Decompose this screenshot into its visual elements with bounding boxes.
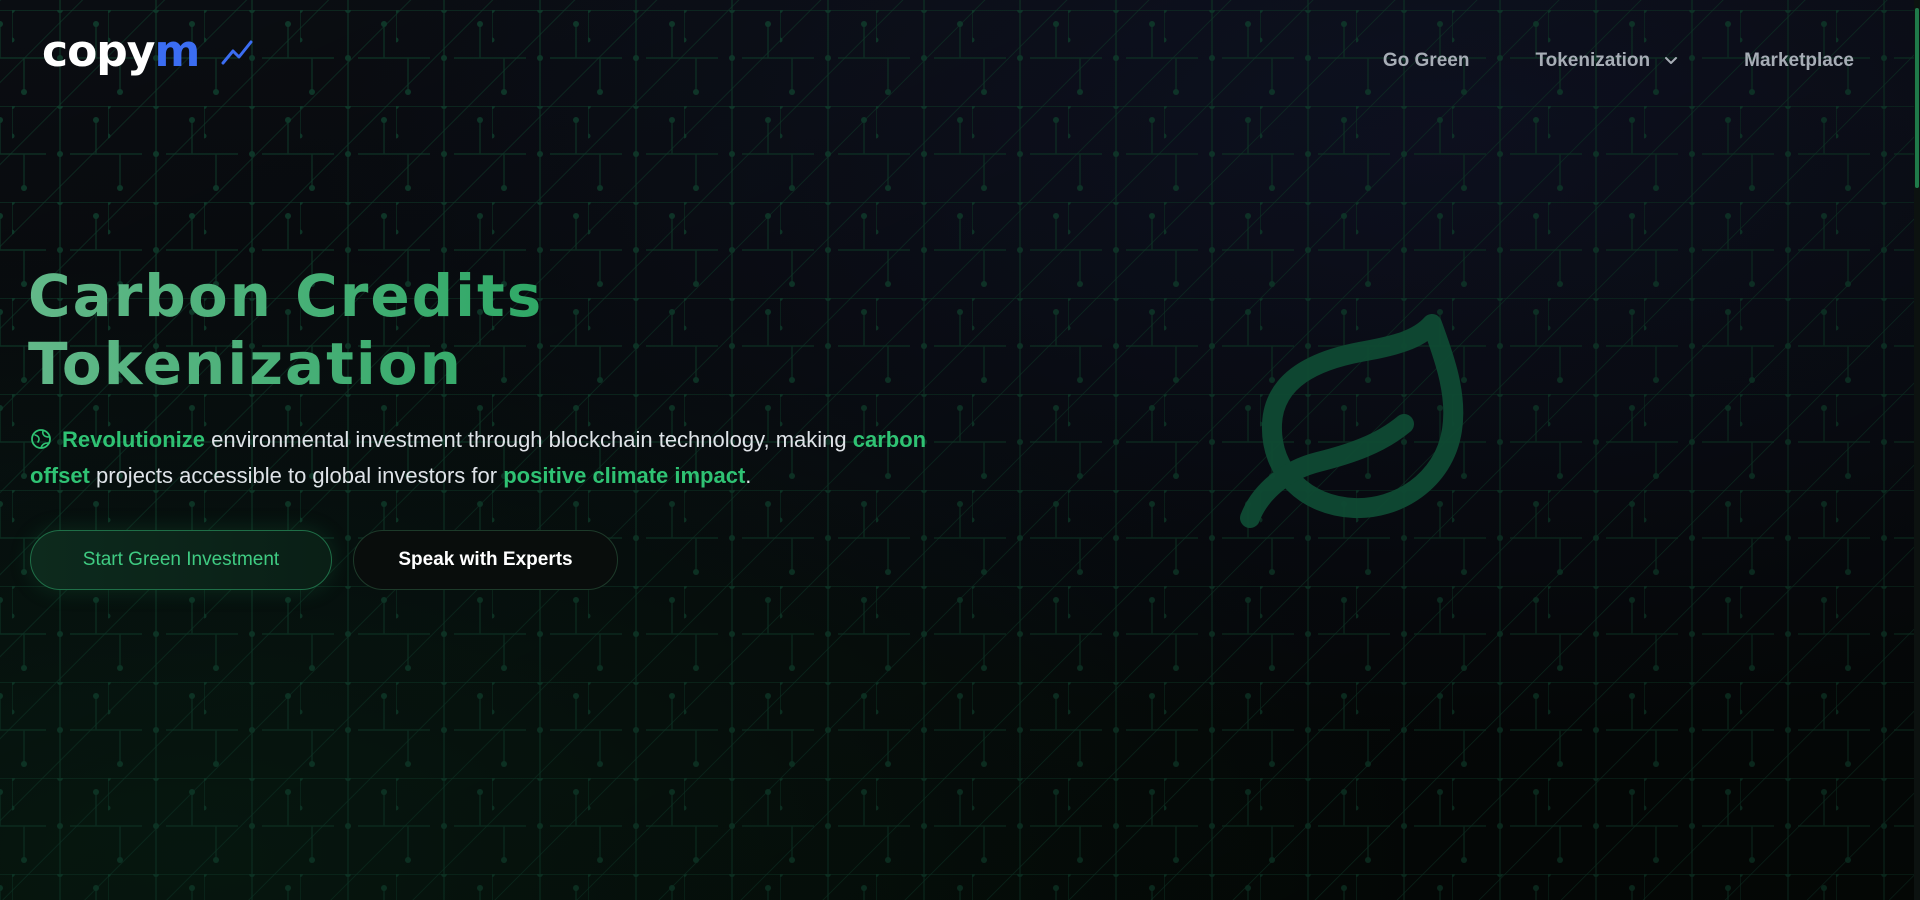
chevron-down-icon — [1665, 57, 1678, 64]
hero-title-line2: Tokenization — [28, 330, 463, 398]
scrollbar-thumb[interactable] — [1915, 8, 1919, 188]
nav-tokenization[interactable]: Tokenization — [1535, 50, 1678, 72]
logo-wordmark: copym — [42, 30, 200, 74]
nav-go-green-label: Go Green — [1382, 50, 1470, 71]
speak-with-experts-button[interactable]: Speak with Experts — [353, 530, 618, 590]
highlight-revolutionize: Revolutionize — [62, 427, 206, 452]
main-nav: Go Green Tokenization Marketplace — [1383, 50, 1854, 72]
start-green-investment-label: Start Green Investment — [82, 549, 280, 570]
scrollbar[interactable] — [1914, 0, 1920, 900]
logo[interactable]: copym — [42, 30, 253, 74]
trend-up-icon — [221, 40, 253, 65]
description-text-3: . — [745, 463, 752, 488]
logo-accent-text: m — [154, 26, 201, 77]
hero-title-line1: Carbon Credits — [28, 262, 544, 330]
description-text-1: environmental investment through blockch… — [205, 427, 853, 452]
hero-title: Carbon Credits Tokenization — [28, 262, 543, 398]
speak-with-experts-label: Speak with Experts — [398, 549, 573, 570]
nav-marketplace-label: Marketplace — [1744, 50, 1854, 71]
hero-description: Revolutionize environmental investment t… — [30, 422, 970, 494]
globe-leaf-icon — [31, 429, 51, 449]
description-text-2: projects accessible to global investors … — [89, 463, 504, 488]
start-green-investment-button[interactable]: Start Green Investment — [30, 530, 332, 590]
logo-main-text: copy — [42, 26, 155, 77]
page: copym Go Green Tokenization Marketplace … — [0, 0, 1920, 900]
leaf-icon — [1240, 314, 1464, 528]
nav-tokenization-label: Tokenization — [1535, 50, 1651, 71]
highlight-climate-impact: positive climate impact — [503, 463, 746, 488]
nav-marketplace[interactable]: Marketplace — [1744, 50, 1854, 72]
nav-go-green[interactable]: Go Green — [1383, 50, 1470, 72]
